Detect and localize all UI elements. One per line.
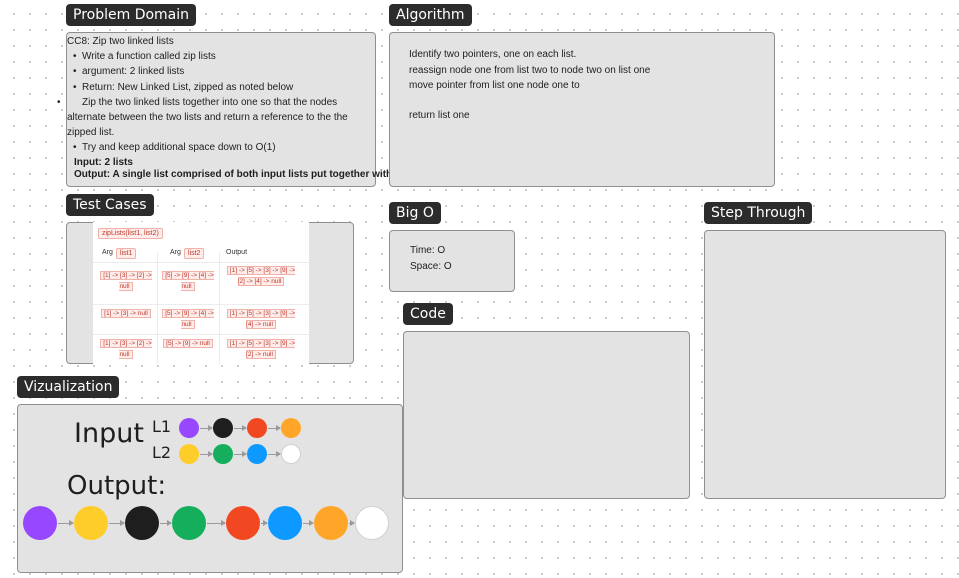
problem-bullet: Write a function called zip lists (73, 49, 216, 64)
problem-output-line: Output: A single list comprised of both … (74, 169, 393, 180)
arrow-connector (200, 451, 213, 457)
big-o-space: Space: O (410, 261, 452, 272)
output-node (125, 506, 159, 540)
l1-node (247, 418, 267, 438)
table-cell: [5] -> [9] -> null (160, 338, 216, 349)
output-node (355, 506, 389, 540)
code-label: Code (403, 303, 453, 325)
l2-node (247, 444, 267, 464)
output-node (74, 506, 108, 540)
table-cell: [1] -> [3] -> [2] -> null (98, 270, 154, 292)
problem-domain-label: Problem Domain (66, 4, 197, 26)
table-cell: [5] -> [9] -> [4] -> null (160, 308, 216, 330)
algorithm-step: Identify two pointers, one on each list. (409, 49, 577, 60)
table-cell: [5] -> [9] -> [4] -> null (160, 270, 216, 292)
arrow-connector (349, 520, 355, 526)
table-header: list1 (116, 248, 137, 259)
test-cases-label: Test Cases (66, 194, 154, 216)
output-node (172, 506, 206, 540)
output-node (226, 506, 260, 540)
l1-node (179, 418, 199, 438)
l2-node (179, 444, 199, 464)
input-heading: Input (74, 418, 144, 449)
table-header: Arg (102, 249, 113, 256)
table-cell: [1] -> [3] -> null (98, 308, 154, 319)
code-frame[interactable] (403, 331, 690, 499)
arrow-connector (160, 520, 172, 526)
arrow-connector (268, 451, 281, 457)
problem-bullet: Return: New Linked List, zipped as noted… (73, 80, 293, 95)
big-o-time: Time: O (410, 245, 446, 256)
algorithm-step: move pointer from list one node one to (409, 80, 580, 91)
output-node (268, 506, 302, 540)
arrow-connector (261, 520, 268, 526)
arrow-connector (58, 520, 74, 526)
arrow-connector (303, 520, 314, 526)
function-signature: zipLists(list1, list2) (98, 228, 163, 239)
l2-node (213, 444, 233, 464)
problem-bullet-long: • Zip the two linked lists together into … (57, 97, 348, 139)
table-cell: [1] -> [3] -> [2] -> null (98, 338, 154, 360)
arrow-connector (234, 425, 247, 431)
big-o-frame[interactable] (389, 230, 515, 292)
arrow-connector (234, 451, 247, 457)
l2-node (281, 444, 301, 464)
problem-bullet: Try and keep additional space down to O(… (73, 140, 276, 155)
arrow-connector (268, 425, 281, 431)
test-cases-table: zipLists(list1, list2) Arg list1 Arg lis… (93, 222, 309, 364)
table-cell: [1] -> [5] -> [3] -> [9] -> [2] -> null (223, 338, 299, 360)
algorithm-label: Algorithm (389, 4, 472, 26)
table-header: Output (226, 249, 248, 256)
step-through-frame[interactable] (704, 230, 946, 499)
big-o-label: Big O (389, 202, 441, 224)
l1-node (213, 418, 233, 438)
output-heading: Output: (67, 471, 167, 501)
table-header: list2 (184, 248, 205, 259)
algorithm-step: return list one (409, 110, 470, 121)
arrow-connector (200, 425, 213, 431)
output-node (23, 506, 57, 540)
table-header: Arg (170, 249, 181, 256)
problem-heading: CC8: Zip two linked lists (67, 36, 174, 47)
l1-node (281, 418, 301, 438)
algorithm-step: reassign node one from list two to node … (409, 65, 651, 76)
l1-label: L1 (152, 417, 172, 436)
visualization-label: Vizualization (17, 376, 120, 398)
step-through-label: Step Through (704, 202, 813, 224)
table-cell: [1] -> [5] -> [3] -> [9] -> [4] -> null (223, 308, 299, 330)
problem-bullet: argument: 2 linked lists (73, 64, 184, 79)
l2-label: L2 (152, 443, 172, 462)
arrow-connector (109, 520, 125, 526)
output-node (314, 506, 348, 540)
arrow-connector (207, 520, 226, 526)
table-cell: [1] -> [5] -> [3] -> [9] -> [2] -> [4] -… (223, 265, 299, 287)
